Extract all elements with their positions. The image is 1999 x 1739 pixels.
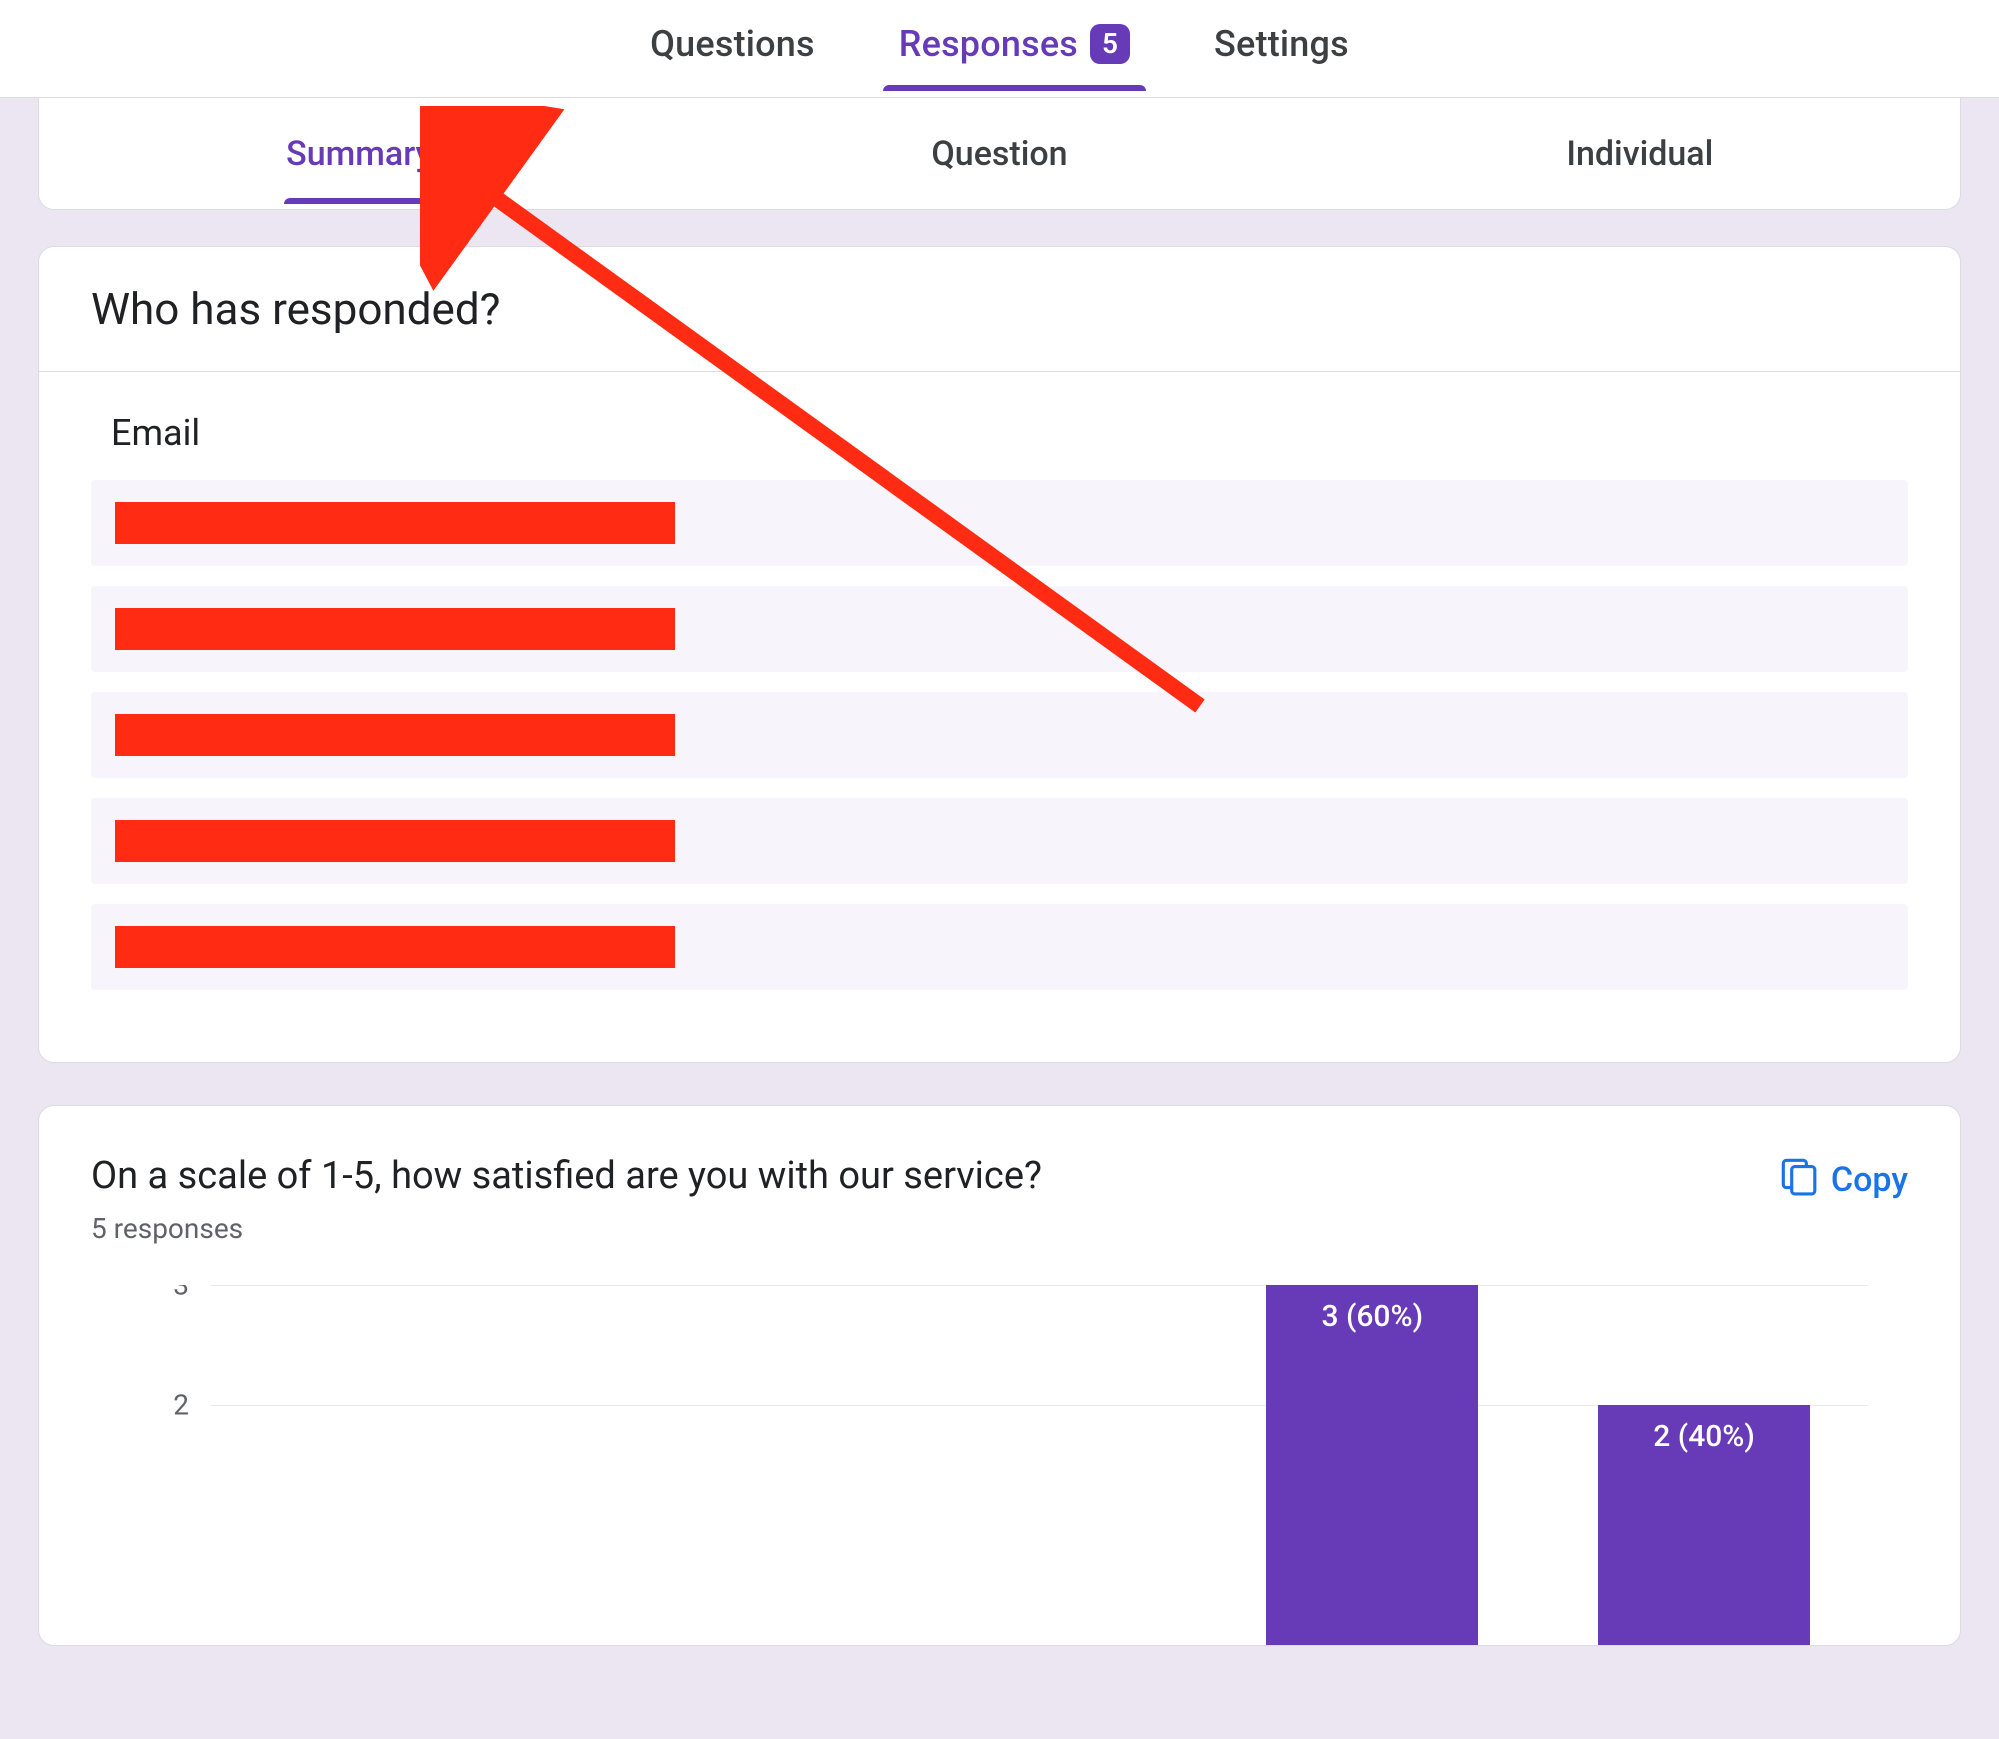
chart-bar[interactable]: 2 (40%) <box>1598 1405 1810 1645</box>
email-list <box>91 480 1908 990</box>
tab-questions[interactable]: Questions <box>628 7 837 91</box>
y-tick-label: 2 <box>173 1389 189 1422</box>
tab-responses-label: Responses <box>899 23 1078 65</box>
copy-button-label: Copy <box>1831 1160 1908 1200</box>
subtab-individual-label: Individual <box>1566 134 1713 174</box>
tab-settings-label: Settings <box>1214 23 1349 65</box>
email-column-header: Email <box>91 412 1908 454</box>
redacted-email <box>115 926 675 968</box>
chart-bar-label: 2 (40%) <box>1598 1419 1810 1454</box>
tab-settings[interactable]: Settings <box>1192 7 1371 91</box>
chart-plot-area: 3 (60%) 2 (40%) <box>211 1285 1868 1645</box>
subtab-question[interactable]: Question <box>679 104 1319 204</box>
email-row[interactable] <box>91 480 1908 566</box>
subtab-summary-label: Summary <box>286 134 432 174</box>
chart-bar-label: 3 (60%) <box>1266 1299 1478 1334</box>
subtab-individual[interactable]: Individual <box>1320 104 1960 204</box>
respondents-card-title: Who has responded? <box>39 247 1960 372</box>
redacted-email <box>115 608 675 650</box>
y-tick-label: 3 <box>173 1285 189 1302</box>
tab-questions-label: Questions <box>650 23 815 65</box>
redacted-email <box>115 502 675 544</box>
tab-responses[interactable]: Responses 5 <box>877 7 1152 91</box>
satisfaction-chart-card: On a scale of 1-5, how satisfied are you… <box>38 1105 1961 1646</box>
email-row[interactable] <box>91 798 1908 884</box>
redacted-email <box>115 820 675 862</box>
redacted-email <box>115 714 675 756</box>
copy-icon <box>1777 1154 1819 1205</box>
chart-response-count: 5 responses <box>91 1212 1042 1245</box>
email-row[interactable] <box>91 904 1908 990</box>
copy-chart-button[interactable]: Copy <box>1777 1154 1908 1205</box>
chart-bar[interactable]: 3 (60%) <box>1266 1285 1478 1645</box>
responses-count-badge: 5 <box>1090 24 1130 64</box>
subtab-summary[interactable]: Summary <box>39 104 679 204</box>
content-area: Summary Question Individual Who has resp… <box>0 98 1999 1739</box>
responses-subtab-bar: Summary Question Individual <box>38 98 1961 210</box>
respondents-card: Who has responded? Email <box>38 246 1961 1063</box>
chart-region: 32 3 (60%)2 (40%) <box>91 1285 1908 1645</box>
email-row[interactable] <box>91 692 1908 778</box>
chart-y-axis: 32 <box>91 1285 211 1645</box>
email-row[interactable] <box>91 586 1908 672</box>
subtab-question-label: Question <box>931 134 1067 174</box>
grid-line <box>211 1285 1868 1286</box>
chart-question-title: On a scale of 1-5, how satisfied are you… <box>91 1154 1042 1198</box>
primary-tab-bar: Questions Responses 5 Settings <box>0 0 1999 98</box>
